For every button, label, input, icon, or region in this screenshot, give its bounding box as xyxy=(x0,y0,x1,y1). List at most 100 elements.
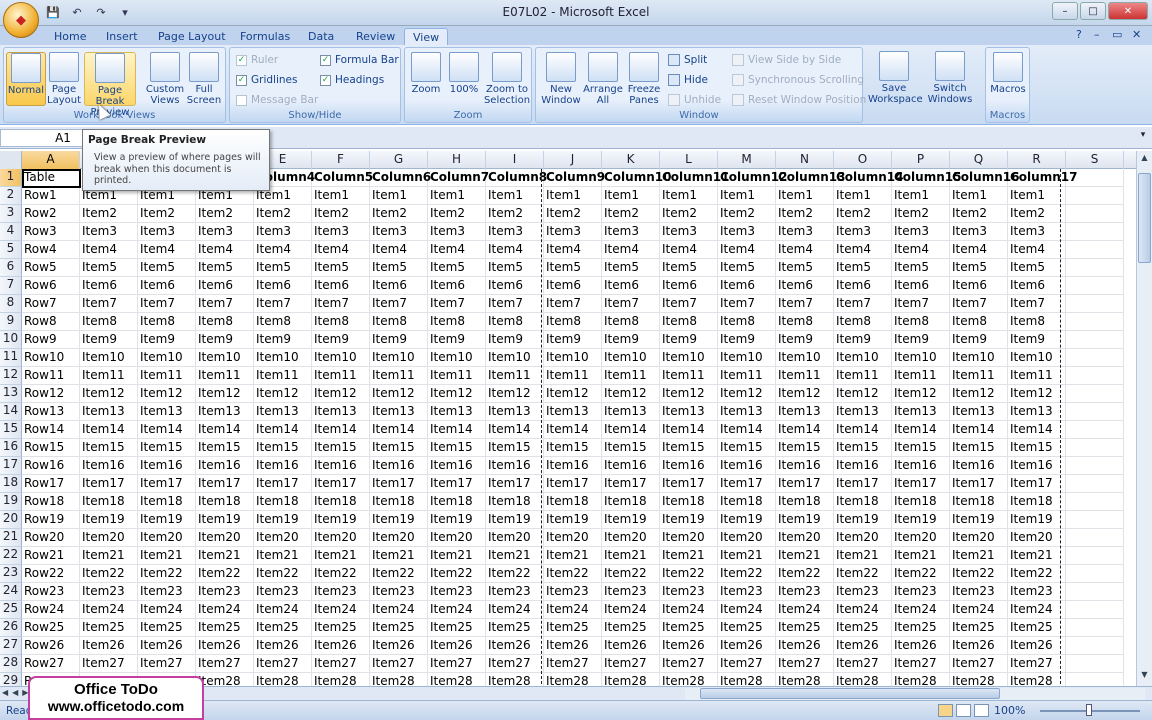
cell[interactable]: Item8 xyxy=(312,313,370,331)
cell[interactable]: Item27 xyxy=(428,655,486,673)
cell[interactable]: Row19 xyxy=(22,511,80,529)
cell[interactable]: Item20 xyxy=(428,529,486,547)
cell[interactable] xyxy=(1066,205,1124,223)
cell[interactable]: Item3 xyxy=(196,223,254,241)
cell[interactable]: Item15 xyxy=(254,439,312,457)
cell[interactable]: Row23 xyxy=(22,583,80,601)
cell[interactable]: Item24 xyxy=(544,601,602,619)
column-header[interactable]: F xyxy=(312,151,370,169)
cell[interactable]: Item20 xyxy=(312,529,370,547)
cell[interactable]: Item10 xyxy=(428,349,486,367)
cell[interactable]: Item1 xyxy=(428,187,486,205)
cell[interactable]: Item13 xyxy=(254,403,312,421)
cell[interactable]: Item19 xyxy=(1008,511,1066,529)
cell[interactable]: Item12 xyxy=(950,385,1008,403)
cell[interactable]: Item23 xyxy=(834,583,892,601)
cell[interactable]: Item23 xyxy=(428,583,486,601)
cell[interactable]: Row1 xyxy=(22,187,80,205)
cell[interactable]: Item3 xyxy=(660,223,718,241)
active-cell[interactable] xyxy=(22,169,81,188)
row-header[interactable]: 3 xyxy=(0,205,22,223)
cell[interactable]: Item26 xyxy=(660,637,718,655)
worksheet-grid[interactable]: ABCDEFGHIJKLMNOPQRS 12345678910111213141… xyxy=(0,151,1136,686)
cell[interactable]: Item9 xyxy=(834,331,892,349)
cell[interactable]: Item4 xyxy=(660,241,718,259)
cell[interactable]: Item1 xyxy=(1008,187,1066,205)
cell[interactable]: Item3 xyxy=(428,223,486,241)
cell[interactable] xyxy=(1066,241,1124,259)
cell[interactable]: Item27 xyxy=(486,655,544,673)
cell[interactable]: Column10 xyxy=(602,169,671,187)
cell[interactable]: Item24 xyxy=(950,601,1008,619)
cell[interactable]: Item10 xyxy=(660,349,718,367)
column-header[interactable]: Q xyxy=(950,151,1008,169)
cell[interactable]: Item16 xyxy=(254,457,312,475)
message-bar-checkbox[interactable]: Message Bar xyxy=(236,94,318,106)
cell[interactable]: Item13 xyxy=(892,403,950,421)
ruler-checkbox[interactable]: ✓ Ruler xyxy=(236,54,278,66)
cell[interactable]: Item23 xyxy=(312,583,370,601)
cell[interactable]: Item2 xyxy=(602,205,660,223)
cell[interactable]: Item24 xyxy=(428,601,486,619)
cell[interactable]: Item12 xyxy=(138,385,196,403)
cell[interactable]: Item14 xyxy=(602,421,660,439)
cell[interactable]: Item25 xyxy=(428,619,486,637)
cell[interactable]: Item5 xyxy=(892,259,950,277)
cell[interactable]: Item18 xyxy=(834,493,892,511)
cell[interactable]: Item25 xyxy=(138,619,196,637)
cell[interactable]: Item7 xyxy=(370,295,428,313)
column-header[interactable]: K xyxy=(602,151,660,169)
cell[interactable]: Item17 xyxy=(428,475,486,493)
cell[interactable]: Item7 xyxy=(718,295,776,313)
row-header[interactable]: 4 xyxy=(0,223,22,241)
cell[interactable]: Item17 xyxy=(776,475,834,493)
cell[interactable]: Item13 xyxy=(428,403,486,421)
cell[interactable]: Item19 xyxy=(950,511,1008,529)
cell[interactable]: Item9 xyxy=(486,331,544,349)
column-header[interactable]: A xyxy=(22,151,80,169)
cell[interactable]: Item16 xyxy=(602,457,660,475)
cell[interactable]: Item25 xyxy=(834,619,892,637)
cell[interactable]: Item15 xyxy=(428,439,486,457)
cell[interactable]: Item11 xyxy=(718,367,776,385)
cell[interactable]: Item3 xyxy=(950,223,1008,241)
cell[interactable]: Item23 xyxy=(602,583,660,601)
cell[interactable]: Item7 xyxy=(1008,295,1066,313)
cell[interactable]: Item8 xyxy=(254,313,312,331)
cell[interactable]: Item12 xyxy=(370,385,428,403)
cell[interactable]: Item12 xyxy=(428,385,486,403)
page-layout-view-button[interactable]: Page Layout xyxy=(44,52,84,106)
cell[interactable] xyxy=(1066,385,1124,403)
cell[interactable]: Item7 xyxy=(892,295,950,313)
freeze-panes-button[interactable]: Freeze Panes xyxy=(622,52,666,106)
cell[interactable]: Item12 xyxy=(80,385,138,403)
cell[interactable]: Item23 xyxy=(718,583,776,601)
cell[interactable]: Item16 xyxy=(776,457,834,475)
cell[interactable]: Item25 xyxy=(602,619,660,637)
split-button[interactable]: Split xyxy=(668,54,707,66)
cell[interactable]: Item12 xyxy=(834,385,892,403)
cell[interactable]: Item14 xyxy=(544,421,602,439)
cell[interactable]: Item6 xyxy=(196,277,254,295)
cell[interactable]: Item19 xyxy=(428,511,486,529)
cell[interactable]: Item3 xyxy=(544,223,602,241)
cell[interactable]: Item22 xyxy=(834,565,892,583)
row-header[interactable]: 29 xyxy=(0,673,22,686)
cell[interactable]: Column12 xyxy=(718,169,787,187)
cell[interactable]: Item24 xyxy=(486,601,544,619)
cell[interactable]: Item23 xyxy=(370,583,428,601)
cell[interactable]: Column15 xyxy=(892,169,961,187)
cell[interactable]: Item21 xyxy=(80,547,138,565)
cell[interactable]: Item10 xyxy=(254,349,312,367)
cell[interactable]: Item8 xyxy=(196,313,254,331)
cell[interactable]: Item10 xyxy=(486,349,544,367)
cell[interactable]: Item22 xyxy=(776,565,834,583)
cell[interactable]: Item25 xyxy=(80,619,138,637)
help-icon[interactable]: ? xyxy=(1076,28,1082,41)
cell[interactable]: Item17 xyxy=(370,475,428,493)
cell[interactable]: Item26 xyxy=(370,637,428,655)
cell[interactable]: Item17 xyxy=(254,475,312,493)
cell[interactable]: Column9 xyxy=(544,169,605,187)
cell[interactable]: Item12 xyxy=(544,385,602,403)
column-header[interactable]: P xyxy=(892,151,950,169)
